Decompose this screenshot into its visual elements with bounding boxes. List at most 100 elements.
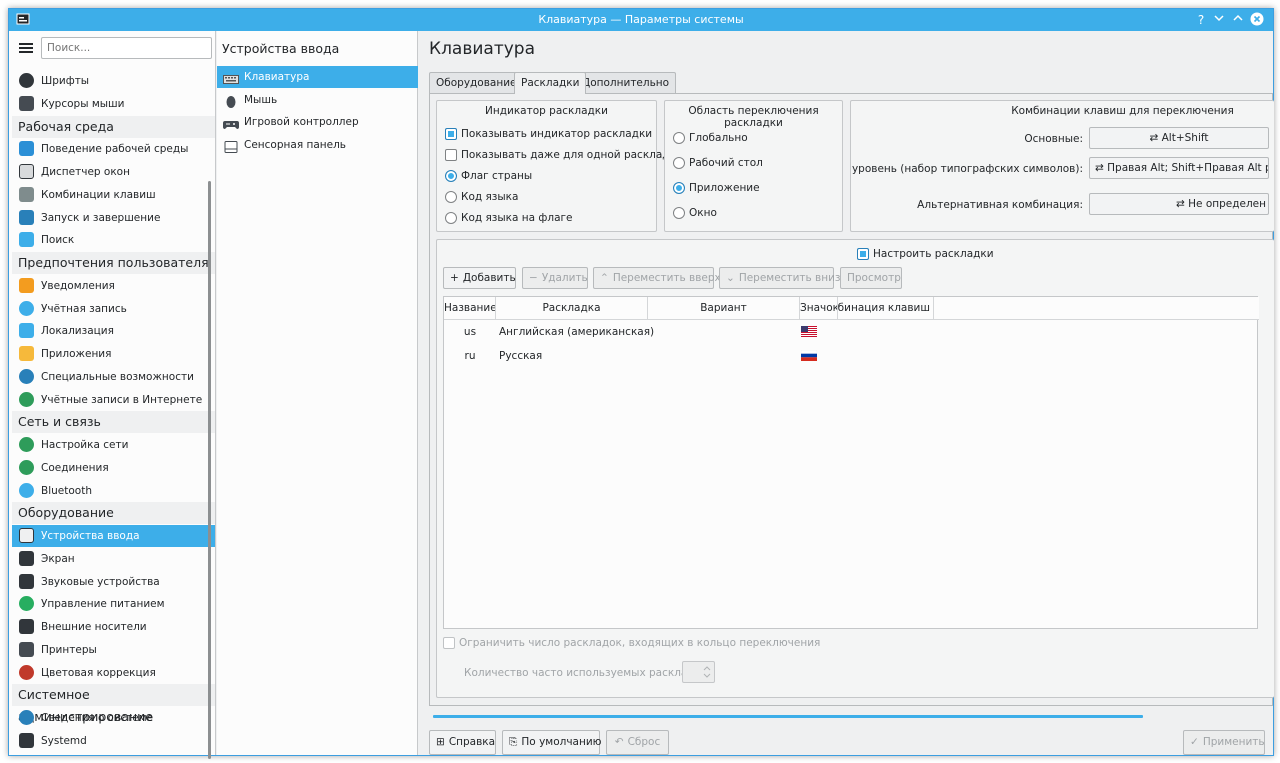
sidebar-item-label: Приложения <box>41 348 112 360</box>
printer-icon <box>19 641 34 657</box>
sidebar-item-network[interactable]: Настройка сети <box>12 434 215 456</box>
power-icon <box>19 596 34 612</box>
sidebar-item-usb[interactable]: Внешние носители <box>12 616 215 638</box>
move-down-button[interactable]: ⌄ Переместить вниз <box>719 267 841 289</box>
configure-layouts-checkbox[interactable]: Настроить раскладки <box>857 246 994 262</box>
preview-button[interactable]: Просмотр <box>840 267 902 289</box>
sidebar-item-connections[interactable]: Соединения <box>12 457 215 479</box>
limit-layouts-checkbox[interactable]: Ограничить число раскладок, входящих в к… <box>443 635 820 651</box>
add-layout-button[interactable]: + Добавить <box>443 267 516 289</box>
alt-shortcut-label: Альтернативная комбинация: <box>917 199 1083 211</box>
reset-button[interactable]: ↶ Сброс <box>606 730 669 755</box>
title-bar[interactable]: Клавиатура — Параметры системы ? <box>9 9 1273 31</box>
sidebar-item-globe[interactable]: Учётные записи в Интернете <box>12 389 215 411</box>
checkbox-unchecked[interactable] <box>445 149 457 161</box>
column-header-layout[interactable]: Раскладка <box>496 297 648 320</box>
subnav-item-keyboard[interactable]: Клавиатура <box>217 66 418 88</box>
subnav-item-touchpad[interactable]: Сенсорная панель <box>217 134 418 156</box>
sidebar-item-accessibility[interactable]: Специальные возможности <box>12 366 215 388</box>
spare-layouts-spinbox[interactable] <box>682 661 715 683</box>
tab-hardware[interactable]: Оборудование <box>429 72 524 93</box>
sidebar-item-fonts[interactable]: Шрифты <box>12 70 215 92</box>
sidebar-item-speaker[interactable]: Звуковые устройства <box>12 571 215 593</box>
show-single-checkbox[interactable]: Показывать даже для одной раскладки <box>445 147 683 163</box>
sidebar-item-monitor[interactable]: Экран <box>12 548 215 570</box>
table-row[interactable]: us Английская (американская) <box>444 320 1259 344</box>
layouts-table[interactable]: Название Раскладка Вариант Значок Комбин… <box>443 296 1259 629</box>
help-icon[interactable]: ? <box>1193 12 1209 28</box>
sidebar-item-color[interactable]: Цветовая коррекция <box>12 662 215 684</box>
subnav-item-mouse[interactable]: Мышь <box>217 89 418 111</box>
radio-selected[interactable] <box>673 182 685 194</box>
sidebar-item-bell[interactable]: Уведомления <box>12 275 215 297</box>
sidebar-item-info[interactable]: Сведения о системе <box>12 707 215 729</box>
help-button[interactable]: ⊞ Справка <box>429 730 496 755</box>
scope-desktop-radio[interactable]: Рабочий стол <box>673 155 763 171</box>
sidebar-item-power[interactable]: Управление питанием <box>12 593 215 615</box>
undo-icon: ↶ <box>614 736 624 748</box>
scope-global-radio[interactable]: Глобально <box>673 130 748 146</box>
ru-flag-icon <box>801 350 817 361</box>
apply-button[interactable]: ✓ Применить <box>1183 730 1265 755</box>
column-header-name[interactable]: Название <box>444 297 496 320</box>
defaults-button[interactable]: ⎘ По умолчанию <box>502 730 602 755</box>
tab-layouts[interactable]: Раскладки <box>514 72 587 94</box>
sidebar-item-search[interactable]: Поиск <box>12 229 215 251</box>
radio-unselected[interactable] <box>673 207 685 219</box>
checkbox-checked[interactable] <box>857 248 869 260</box>
hamburger-menu-icon[interactable] <box>19 43 33 53</box>
column-header-icon[interactable]: Значок <box>800 297 838 320</box>
sidebar-item-bluetooth[interactable]: Bluetooth <box>12 480 215 502</box>
third-level-button[interactable]: ⇄ Правая Alt; Shift+Правая Alt раб <box>1089 157 1269 179</box>
sidebar-item-locale[interactable]: Локализация <box>12 320 215 342</box>
show-indicator-checkbox[interactable]: Показывать индикатор раскладки <box>445 126 652 142</box>
column-header-variant[interactable]: Вариант <box>648 297 800 320</box>
scope-app-radio[interactable]: Приложение <box>673 180 760 196</box>
table-row[interactable]: ru Русская <box>444 344 1259 368</box>
search-input[interactable] <box>41 37 212 59</box>
sidebar-item-input-devices[interactable]: Устройства ввода <box>12 525 215 547</box>
code-on-flag-radio[interactable]: Код языка на флаге <box>445 210 573 226</box>
sidebar: Шрифты Курсоры мыши Рабочая среда Поведение… <box>9 31 216 759</box>
sidebar-item-user[interactable]: Учётная запись <box>12 298 215 320</box>
button-label: Переместить вверх <box>612 272 721 284</box>
scope-window-radio[interactable]: Окно <box>673 205 717 221</box>
sidebar-item-label: Запуск и завершение <box>41 211 161 224</box>
cell-name: us <box>463 326 477 338</box>
radio-selected[interactable] <box>445 170 457 182</box>
flag-radio[interactable]: Флаг страны <box>445 168 532 184</box>
checkbox-checked[interactable] <box>445 128 457 140</box>
code-radio[interactable]: Код языка <box>445 189 518 205</box>
subnav-item-gamepad[interactable]: Игровой контроллер <box>217 111 418 133</box>
keyboard-shortcuts-icon <box>19 186 34 202</box>
sidebar-item-cursor[interactable]: Курсоры мыши <box>12 93 215 115</box>
column-header-shortcut[interactable]: Комбинация клавиш <box>838 297 934 320</box>
sidebar-item-star[interactable]: Приложения <box>12 343 215 365</box>
sidebar-item-printer[interactable]: Принтеры <box>12 639 215 661</box>
maximize-icon[interactable] <box>1230 12 1246 28</box>
remove-layout-button[interactable]: − Удалить <box>522 267 588 289</box>
alt-shortcut-button[interactable]: ⇄ Не определен <box>1089 193 1269 215</box>
close-icon[interactable] <box>1249 12 1265 28</box>
checkbox-unchecked[interactable] <box>443 637 455 649</box>
sidebar-item-keyboard-shortcuts[interactable]: Комбинации клавиш <box>12 184 215 206</box>
sidebar-item-systemd[interactable]: Systemd <box>12 730 215 752</box>
radio-unselected[interactable] <box>445 191 457 203</box>
sidebar-item-label: Локализация <box>41 325 114 338</box>
radio-unselected[interactable] <box>673 132 685 144</box>
move-up-button[interactable]: ⌃ Переместить вверх <box>593 267 721 289</box>
radio-unselected[interactable] <box>673 157 685 169</box>
minimize-icon[interactable] <box>1211 12 1227 28</box>
subcategory-title: Устройства ввода <box>222 41 340 56</box>
gamepad-icon <box>223 116 239 129</box>
subnav-label: Мышь <box>244 94 278 106</box>
radio-unselected[interactable] <box>445 212 457 224</box>
bell-icon <box>19 277 34 293</box>
sidebar-item-window-manager[interactable]: Диспетчер окон <box>12 161 215 183</box>
sidebar-item-startup[interactable]: Запуск и завершение <box>12 207 215 229</box>
shortcut-swap-icon: ⇄ <box>1175 198 1189 210</box>
main-shortcut-button[interactable]: ⇄ Alt+Shift <box>1089 127 1269 149</box>
sidebar-item-desktop-behavior[interactable]: Поведение рабочей среды <box>12 138 215 160</box>
tab-advanced[interactable]: Дополнительно <box>575 72 677 93</box>
sidebar-scrollbar[interactable] <box>208 181 211 759</box>
